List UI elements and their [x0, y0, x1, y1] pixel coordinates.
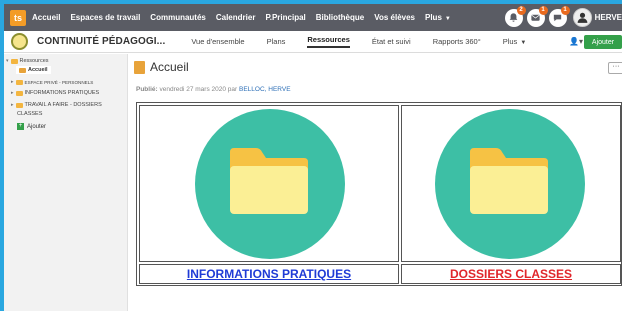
tree-root-label: Ressources [19, 58, 49, 64]
tree-item-accueil[interactable]: Accueil [16, 66, 51, 74]
tab-rapports-360[interactable]: Rapports 360° [433, 37, 481, 46]
message-badge: 1 [538, 5, 548, 15]
tab-vue-ensemble[interactable]: Vue d'ensemble [191, 37, 244, 46]
tree-item-accueil-label: Accueil [28, 67, 48, 73]
nav-p-principal[interactable]: P.Principal [265, 13, 305, 22]
folder-icon [230, 148, 308, 214]
folder-icon [15, 90, 23, 96]
app-window: ts Accueil Espaces de travail Communauté… [4, 4, 622, 311]
nav-plus-label: Plus [425, 13, 442, 22]
tab-ressources[interactable]: Ressources [307, 35, 350, 48]
chevron-right-icon: ▸ [11, 90, 14, 96]
top-navbar: ts Accueil Espaces de travail Communauté… [4, 4, 622, 31]
notification-badge: 2 [516, 5, 526, 15]
folder-icon [10, 58, 18, 64]
sidebar-add-button[interactable]: + Ajouter [17, 123, 46, 130]
link-dossiers-classes[interactable]: DOSSIERS CLASSES [402, 267, 620, 281]
resources-sidebar: ▾ Ressources Accueil ▸ ESPACE PRIVÉ - PERS… [4, 54, 128, 311]
nav-accueil[interactable]: Accueil [32, 13, 60, 22]
chevron-down-icon: ▼ [444, 16, 451, 22]
link-informations-pratiques[interactable]: INFORMATIONS PRATIQUES [140, 267, 398, 281]
tab-plus[interactable]: Plus ▼ [503, 37, 527, 46]
card-dossiers-image[interactable] [401, 105, 621, 262]
sidebar-add-label: Ajouter [27, 123, 47, 130]
tree-root[interactable]: ▾ Ressources [6, 58, 49, 64]
notifications-button[interactable]: 2 [504, 5, 526, 27]
community-header: CONTINUITÉ PÉDAGOGI... Vue d'ensemble Pl… [4, 31, 622, 53]
page-title: Accueil [150, 60, 189, 74]
more-options-button[interactable]: ··· [608, 62, 622, 74]
chevron-right-icon: ▸ [11, 102, 14, 108]
tree-item-label: ESPACE PRIVÉ - PERSONNELS [24, 79, 94, 85]
nav-plus[interactable]: Plus ▼ [425, 13, 451, 22]
published-label: Publié: [136, 86, 158, 93]
messages-button[interactable]: 1 [526, 5, 548, 27]
chat-button[interactable]: 1 [548, 5, 570, 27]
page-icon [19, 67, 26, 73]
page-icon [134, 61, 145, 74]
tree-item-informations[interactable]: ▸ INFORMATIONS PRATIQUES [11, 90, 99, 96]
tree-item-travail[interactable]: ▸ TRAVAIL A FAIRE - DOSSIERS [11, 102, 102, 108]
tree-item-label: TRAVAIL A FAIRE - DOSSIERS [24, 102, 102, 108]
tree-item-travail-cont: CLASSES [17, 111, 42, 117]
nav-espaces-de-travail[interactable]: Espaces de travail [70, 13, 140, 22]
tab-plus-label: Plus [502, 37, 518, 46]
community-icon [11, 33, 28, 50]
chevron-right-icon: ▸ [11, 79, 14, 85]
folder-icon [15, 102, 23, 108]
tree-item-label: INFORMATIONS PRATIQUES [24, 90, 100, 96]
content-table: INFORMATIONS PRATIQUES DOSSIERS CLASSES [136, 102, 622, 286]
published-info: Publié: vendredi 27 mars 2020 par BELLOC… [136, 86, 291, 93]
nav-communautes[interactable]: Communautés [150, 13, 206, 22]
nav-vos-eleves[interactable]: Vos élèves [374, 13, 415, 22]
card-informations-image[interactable] [139, 105, 399, 262]
author-link[interactable]: BELLOC, HERVE [239, 86, 291, 93]
user-name[interactable]: HERVE [595, 13, 622, 22]
avatar[interactable] [572, 8, 592, 27]
top-right-tools: 2 1 1 HERVE [501, 5, 622, 28]
tree-item-label: CLASSES [17, 111, 43, 117]
chat-badge: 1 [560, 5, 570, 15]
tab-plans[interactable]: Plans [267, 37, 286, 46]
nav-calendrier[interactable]: Calendrier [216, 13, 256, 22]
tree-item-espace-prive[interactable]: ▸ ESPACE PRIVÉ - PERSONNELS [11, 79, 93, 85]
chevron-down-icon: ▼ [520, 40, 527, 46]
nav-bibliotheque[interactable]: Bibliothèque [316, 13, 364, 22]
user-avatar-icon [577, 12, 587, 23]
user-menu-icon[interactable]: 👤▾ [569, 37, 583, 46]
caption-cell-dossiers: DOSSIERS CLASSES [401, 264, 621, 284]
published-date: vendredi 27 mars 2020 par [159, 86, 238, 93]
community-title[interactable]: CONTINUITÉ PÉDAGOGI... [37, 36, 165, 47]
caption-cell-informations: INFORMATIONS PRATIQUES [139, 264, 399, 284]
app-logo[interactable]: ts [10, 9, 26, 26]
chevron-down-icon: ▾ [6, 58, 9, 64]
plus-icon: + [17, 123, 24, 130]
folder-icon [470, 148, 548, 214]
folder-icon [15, 79, 23, 85]
tab-etat-et-suivi[interactable]: État et suivi [372, 37, 411, 46]
add-button[interactable]: Ajouter [584, 35, 622, 49]
